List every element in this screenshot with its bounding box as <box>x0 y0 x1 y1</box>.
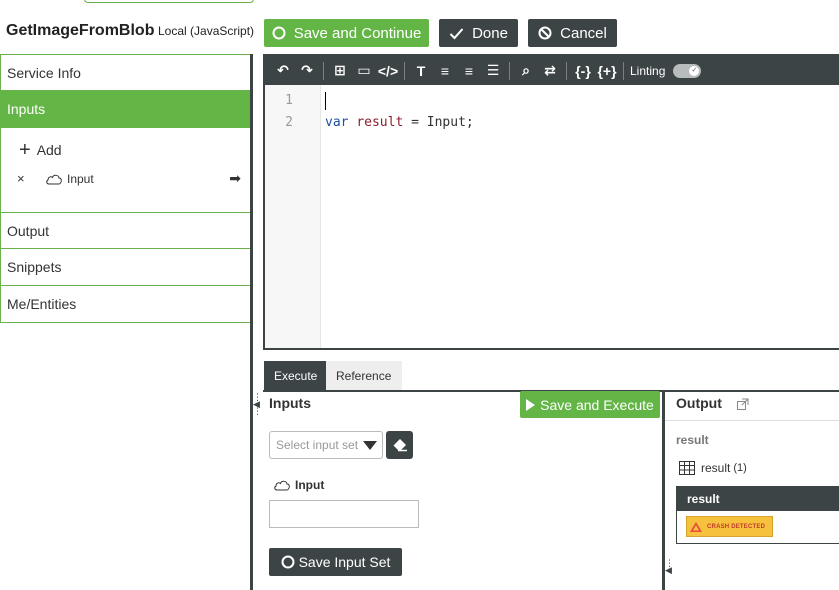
circle-icon <box>272 26 286 40</box>
output-section-label: result <box>676 433 709 447</box>
crash-detected-badge[interactable]: CRASH DETECTED <box>686 516 773 537</box>
sidebar: Service Info Inputs + Add × Input ➡ Outp… <box>0 54 251 323</box>
caret-down-icon <box>363 441 377 450</box>
sidebar-item-label: Output <box>7 222 50 239</box>
search-icon[interactable]: ⌕ <box>514 62 538 79</box>
done-button[interactable]: Done <box>439 19 518 47</box>
code-icon[interactable]: </> <box>376 63 400 79</box>
toolbar-divider <box>323 61 324 80</box>
line-number: 1 <box>285 93 293 108</box>
save-and-continue-button[interactable]: Save and Continue <box>264 19 429 47</box>
clear-input-set-button[interactable] <box>386 431 413 459</box>
toolbar-divider <box>566 61 567 80</box>
cancel-button[interactable]: Cancel <box>528 19 617 47</box>
popout-icon[interactable] <box>737 398 749 410</box>
input-list-item[interactable]: × Input ➡ <box>17 170 241 187</box>
tab-reference-label: Reference <box>336 368 392 383</box>
crash-detected-label: CRASH DETECTED <box>707 523 766 530</box>
input-set-select[interactable]: Select input set <box>269 431 383 459</box>
eraser-icon <box>393 439 407 452</box>
code-line[interactable]: var result = Input; <box>325 115 474 130</box>
input-field[interactable] <box>269 500 419 528</box>
arrow-right-icon[interactable]: ➡ <box>229 170 241 187</box>
linting-toggle[interactable]: ✓ <box>673 63 702 78</box>
code-variable: result <box>356 115 404 130</box>
check-icon <box>449 27 464 39</box>
result-row[interactable]: result (1) <box>679 461 747 475</box>
save-and-execute-label: Save and Execute <box>540 396 654 413</box>
code-editor[interactable]: ↶ ↷ ⊞ ▭ </> T ≡ ≡ ☰ ⌕ ⇄ {-} {+} Linting … <box>263 54 839 350</box>
remove-icon[interactable]: × <box>17 171 45 186</box>
text-cursor <box>325 92 326 110</box>
sidebar-inputs-panel: + Add × Input ➡ <box>0 128 251 212</box>
check-icon: ✓ <box>689 65 700 76</box>
line-number: 2 <box>285 115 293 130</box>
tab-execute-label: Execute <box>274 368 318 383</box>
expand-icon[interactable]: {+} <box>595 63 619 79</box>
replace-icon[interactable]: ⇄ <box>538 62 562 79</box>
top-tab-stub <box>84 0 254 3</box>
input-field-label: Input <box>273 478 324 492</box>
output-pane-title: Output <box>676 395 722 411</box>
save-input-set-label: Save Input Set <box>298 554 391 570</box>
page-subtitle: Local (JavaScript) <box>158 24 255 38</box>
redo-icon[interactable]: ↷ <box>295 62 319 79</box>
input-field-label-text: Input <box>295 478 325 492</box>
save-and-execute-button[interactable]: Save and Execute <box>520 391 660 418</box>
result-table: result CRASH DETECTED <box>676 486 839 544</box>
warning-icon <box>690 521 702 532</box>
sidebar-item-service-info[interactable]: Service Info <box>0 54 251 91</box>
font-size-icon[interactable]: T <box>409 63 433 79</box>
cancel-label: Cancel <box>560 24 607 42</box>
tab-reference[interactable]: Reference <box>326 361 402 390</box>
circle-icon <box>281 555 295 569</box>
justify-icon[interactable]: ☰ <box>481 62 505 79</box>
splitter-handle[interactable]: ⋮ ◀ ⋮ <box>253 393 262 416</box>
tab-execute[interactable]: Execute <box>264 361 326 390</box>
undo-icon[interactable]: ↶ <box>271 62 295 79</box>
done-label: Done <box>472 24 508 42</box>
sidebar-item-inputs[interactable]: Inputs <box>0 91 251 128</box>
result-row-label: result <box>701 461 731 475</box>
cloud-icon <box>274 480 290 491</box>
sidebar-item-output[interactable]: Output <box>0 212 251 249</box>
plus-icon: + <box>19 139 31 161</box>
inputs-pane-title: Inputs <box>269 395 311 411</box>
add-comment-icon[interactable]: ⊞ <box>328 62 352 79</box>
result-table-header: result <box>677 487 839 511</box>
code-text: = Input; <box>403 115 474 130</box>
toolbar-divider <box>623 61 624 80</box>
page-title: GetImageFromBlob <box>6 22 155 39</box>
result-count: (1) <box>733 462 747 474</box>
vertical-splitter[interactable] <box>250 54 253 590</box>
save-input-set-button[interactable]: Save Input Set <box>269 548 402 576</box>
linting-label: Linting <box>630 63 666 78</box>
sidebar-item-snippets[interactable]: Snippets <box>0 249 251 286</box>
sidebar-item-me-entities[interactable]: Me/Entities <box>0 286 251 323</box>
sidebar-item-label: Inputs <box>7 101 46 117</box>
align-right-icon[interactable]: ≡ <box>457 63 481 79</box>
divider <box>665 420 839 421</box>
play-icon <box>526 398 536 411</box>
collapse-icon[interactable]: {-} <box>571 63 595 79</box>
code-keyword: var <box>325 115 349 130</box>
ban-icon <box>538 26 552 40</box>
comment-icon[interactable]: ▭ <box>352 62 376 79</box>
cloud-icon <box>46 174 62 184</box>
align-left-icon[interactable]: ≡ <box>433 63 457 79</box>
input-set-placeholder: Select input set <box>276 438 359 452</box>
table-icon <box>679 461 695 475</box>
input-name: Input <box>67 171 94 186</box>
toolbar-divider <box>509 61 510 80</box>
editor-toolbar: ↶ ↷ ⊞ ▭ </> T ≡ ≡ ☰ ⌕ ⇄ {-} {+} Linting … <box>265 56 839 85</box>
add-input-button[interactable]: + Add <box>19 139 62 161</box>
line-gutter: 1 2 <box>265 85 321 348</box>
save-and-continue-label: Save and Continue <box>293 24 422 42</box>
add-input-label: Add <box>36 142 62 158</box>
toolbar-divider <box>404 61 405 80</box>
sidebar-item-label: Snippets <box>7 259 62 275</box>
sidebar-item-label: Me/Entities <box>7 296 77 312</box>
sidebar-item-label: Service Info <box>7 64 81 81</box>
